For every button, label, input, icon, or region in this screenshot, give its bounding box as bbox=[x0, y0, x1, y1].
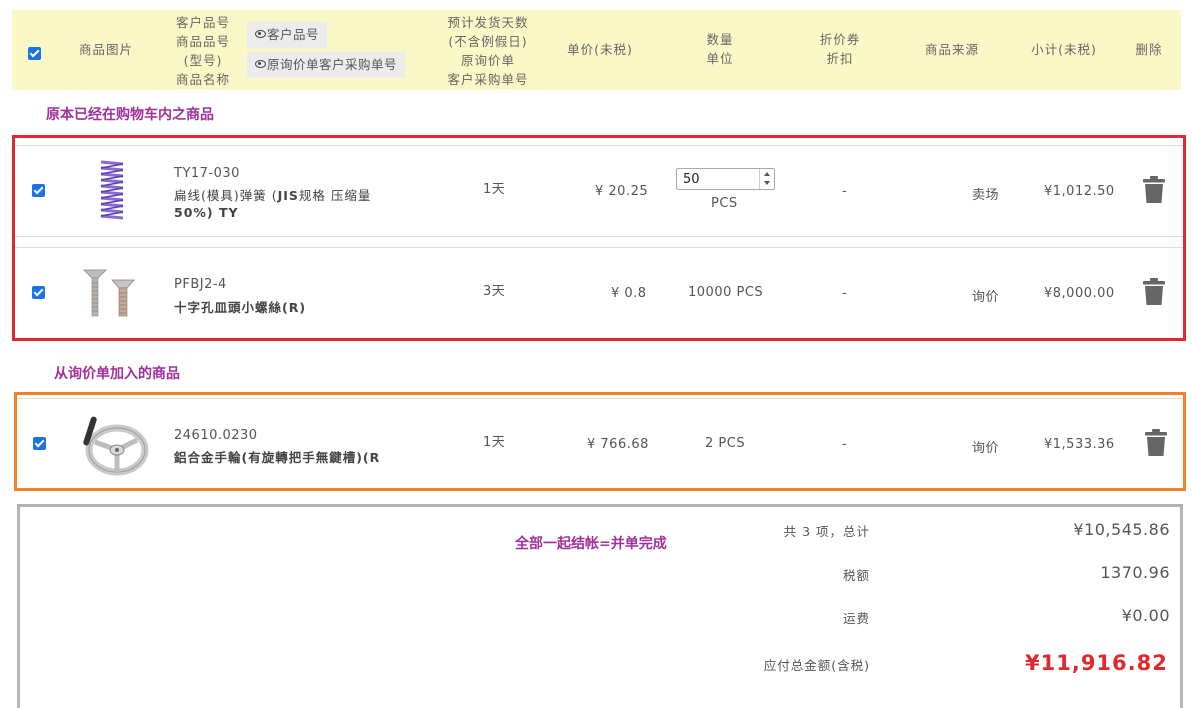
trash-icon[interactable] bbox=[1145, 429, 1167, 456]
inquiry-section-title: 从询价单加入的商品 bbox=[54, 366, 180, 382]
item-unit-price: ¥ 766.68 bbox=[587, 437, 649, 452]
item-unit-price: ¥ 0.8 bbox=[611, 286, 647, 301]
trash-icon[interactable] bbox=[1143, 278, 1165, 305]
item-subtotal: ¥8,000.00 bbox=[1044, 286, 1115, 301]
item-subtotal: ¥1,533.36 bbox=[1044, 437, 1115, 452]
quantity-spin-buttons[interactable] bbox=[759, 169, 774, 189]
row-divider bbox=[15, 145, 1183, 146]
item-checkbox[interactable] bbox=[32, 286, 45, 299]
summary-tax-value: 1370.96 bbox=[1100, 563, 1170, 582]
item-name: 十字孔皿頭小螺絲(R) bbox=[174, 300, 307, 315]
item-qty-unit: 2 PCS bbox=[705, 436, 746, 451]
col-part-header: 客户品号 商品品号 (型号) 商品名称 bbox=[175, 15, 230, 87]
item-code: 24610.0230 bbox=[174, 428, 258, 443]
eye-icon bbox=[255, 30, 266, 38]
summary-shipping-value: ¥0.00 bbox=[1121, 606, 1170, 625]
summary-total-label: 应付总金额(含税) bbox=[763, 658, 870, 673]
item-coupon: - bbox=[842, 286, 848, 301]
handwheel-product-image bbox=[83, 416, 149, 476]
col-unit-price-header: 单价(未税) bbox=[567, 42, 633, 57]
item-qty-unit: 10000 PCS bbox=[688, 285, 764, 300]
row-divider bbox=[15, 236, 1183, 237]
summary-total-value: ¥11,916.82 bbox=[1025, 651, 1168, 675]
col-ship-header: 预计发货天数 (不含例假日) 原询价单 客户采购单号 bbox=[447, 15, 529, 87]
col-qty-header: 数量 单位 bbox=[706, 32, 734, 66]
col-coupon-header: 折价券 折扣 bbox=[819, 32, 861, 66]
summary-count-label: 共 3 项，总计 bbox=[783, 524, 870, 539]
item-checkbox[interactable] bbox=[33, 437, 46, 450]
summary-shipping-label: 运费 bbox=[842, 611, 870, 626]
col-delete-header: 删除 bbox=[1135, 42, 1163, 57]
spring-product-image bbox=[100, 160, 124, 220]
item-code: PFBJ2-4 bbox=[174, 277, 227, 292]
checkout-note: 全部一起结帐=并单完成 bbox=[515, 536, 667, 552]
col-source-header: 商品来源 bbox=[924, 42, 979, 57]
row-divider bbox=[17, 398, 1183, 399]
item-source: 卖场 bbox=[972, 188, 1000, 203]
cart-table-header: 商品图片 客户品号 商品品号 (型号) 商品名称 客户品号 原询价单客户采购单号… bbox=[12, 10, 1181, 90]
item-source: 询价 bbox=[972, 290, 1000, 305]
eye-icon bbox=[255, 60, 266, 68]
item-ship-days: 1天 bbox=[483, 182, 506, 197]
show-inquiry-no-button[interactable]: 原询价单客户采购单号 bbox=[247, 52, 406, 78]
col-image-header: 商品图片 bbox=[78, 42, 133, 57]
item-unit-price: ¥ 20.25 bbox=[595, 184, 649, 199]
row-divider bbox=[15, 247, 1183, 248]
item-code: TY17-030 bbox=[174, 166, 240, 181]
screw-product-image bbox=[83, 269, 135, 317]
item-ship-days: 1天 bbox=[483, 435, 506, 450]
trash-icon[interactable] bbox=[1143, 176, 1165, 203]
item-unit: PCS bbox=[711, 196, 738, 211]
item-source: 询价 bbox=[972, 441, 1000, 456]
col-subtotal-header: 小计(未税) bbox=[1031, 42, 1097, 57]
show-customer-no-button[interactable]: 客户品号 bbox=[247, 22, 328, 48]
item-coupon: - bbox=[842, 184, 848, 199]
item-subtotal: ¥1,012.50 bbox=[1044, 184, 1115, 199]
item-coupon: - bbox=[842, 437, 848, 452]
select-all-checkbox[interactable] bbox=[28, 47, 41, 60]
summary-tax-label: 税额 bbox=[842, 568, 870, 583]
summary-count-value: ¥10,545.86 bbox=[1073, 520, 1170, 539]
item-name: 鋁合金手輪(有旋轉把手無鍵槽)(R bbox=[174, 450, 381, 465]
item-name: 扁线(模具)弹簧 (JIS规格 压缩量 50%) TY bbox=[174, 188, 372, 220]
item-checkbox[interactable] bbox=[32, 184, 45, 197]
cart-section-title: 原本已经在购物车内之商品 bbox=[46, 107, 214, 123]
item-ship-days: 3天 bbox=[483, 284, 506, 299]
